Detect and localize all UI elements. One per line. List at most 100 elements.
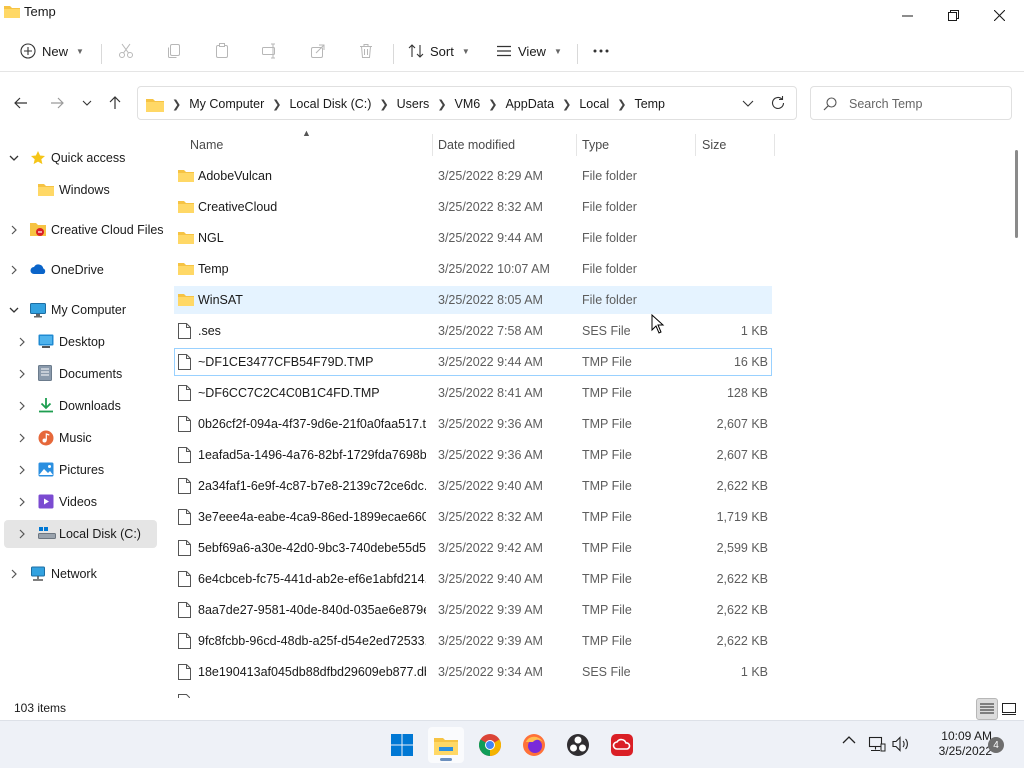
chevron-right-icon[interactable]: [16, 464, 28, 476]
view-icon: [497, 45, 511, 57]
nav-local-disk[interactable]: Local Disk (C:): [4, 520, 157, 548]
nav-my-computer[interactable]: My Computer: [0, 296, 158, 324]
address-bar[interactable]: ❯ My Computer ❯ Local Disk (C:) ❯ Users …: [137, 86, 797, 120]
nav-windows[interactable]: Windows: [0, 176, 158, 204]
taskbar-creative-cloud[interactable]: [604, 727, 640, 763]
file-row[interactable]: ~DF6CC7C2C4C0B1C4FD.TMP 3/25/2022 8:41 A…: [174, 379, 772, 407]
share-button[interactable]: [310, 38, 326, 64]
chevron-right-icon[interactable]: [8, 264, 20, 276]
back-button[interactable]: [10, 92, 32, 114]
rename-button[interactable]: [262, 38, 278, 64]
forward-button[interactable]: [46, 92, 68, 114]
nav-onedrive[interactable]: OneDrive: [0, 256, 158, 284]
chevron-right-icon[interactable]: [16, 432, 28, 444]
chevron-right-icon[interactable]: [16, 368, 28, 380]
nav-videos[interactable]: Videos: [0, 488, 158, 516]
address-history-button[interactable]: [740, 95, 756, 111]
nav-music[interactable]: Music: [0, 424, 158, 452]
file-row[interactable]: AdobeVulcan 3/25/2022 8:29 AM File folde…: [174, 162, 772, 190]
nav-downloads[interactable]: Downloads: [0, 392, 158, 420]
file-row[interactable]: CreativeCloud 3/25/2022 8:32 AM File fol…: [174, 193, 772, 221]
delete-button[interactable]: [358, 38, 374, 64]
chevron-down-icon[interactable]: [8, 152, 20, 164]
file-row[interactable]: 6e4cbceb-fc75-441d-ab2e-ef6e1abfd214....…: [174, 565, 772, 593]
clock[interactable]: 10:09 AM 3/25/2022: [918, 729, 992, 759]
taskbar-chrome[interactable]: [472, 727, 508, 763]
vertical-scrollbar[interactable]: [1012, 134, 1022, 698]
view-button[interactable]: View ▼: [496, 38, 562, 64]
minimize-button[interactable]: [884, 0, 930, 30]
column-header-name[interactable]: Name: [190, 134, 430, 156]
nav-network[interactable]: Network: [0, 560, 158, 588]
more-options-button[interactable]: [592, 38, 610, 64]
chevron-right-icon[interactable]: [16, 496, 28, 508]
chevron-right-icon[interactable]: [16, 400, 28, 412]
search-box[interactable]: [810, 86, 1012, 120]
file-row[interactable]: WinSAT 3/25/2022 8:05 AM File folder: [174, 286, 772, 314]
network-status-button[interactable]: [868, 736, 886, 752]
taskbar-obs[interactable]: [560, 727, 596, 763]
column-divider[interactable]: [695, 134, 696, 156]
volume-button[interactable]: [892, 736, 910, 752]
new-button[interactable]: New ▼: [20, 38, 84, 64]
file-name: 9fc8fcbb-96cd-48db-a25f-d54e2ed72533....: [198, 634, 426, 648]
show-hidden-icons-button[interactable]: [842, 735, 856, 745]
taskbar-firefox[interactable]: [516, 727, 552, 763]
paste-button[interactable]: [214, 38, 230, 64]
breadcrumb-local[interactable]: Local: [579, 97, 609, 111]
column-header-date[interactable]: Date modified: [438, 134, 574, 156]
chevron-down-icon: [82, 100, 92, 106]
column-header-type[interactable]: Type: [582, 134, 692, 156]
breadcrumb-appdata[interactable]: AppData: [505, 97, 554, 111]
file-row[interactable]: Temp 3/25/2022 10:07 AM File folder: [174, 255, 772, 283]
restore-button[interactable]: [930, 0, 976, 30]
details-view-button[interactable]: [976, 698, 998, 720]
column-divider[interactable]: [774, 134, 775, 156]
file-row[interactable]: ~DF1CE3477CFB54F79D.TMP 3/25/2022 9:44 A…: [174, 348, 772, 376]
file-row[interactable]: 8aa7de27-9581-40de-840d-035ae6e879ec....…: [174, 596, 772, 624]
column-header-label: Type: [582, 138, 610, 152]
chevron-right-icon[interactable]: [16, 336, 28, 348]
taskbar-file-explorer[interactable]: [428, 727, 464, 763]
cut-button[interactable]: [118, 38, 134, 64]
file-name: .ses: [198, 324, 221, 338]
up-button[interactable]: [104, 92, 126, 114]
file-row[interactable]: 3e7eee4a-eabe-4ca9-86ed-1899ecae660e....…: [174, 503, 772, 531]
recent-locations-button[interactable]: [76, 92, 98, 114]
breadcrumb-users[interactable]: Users: [397, 97, 430, 111]
file-row[interactable]: NGL 3/25/2022 9:44 AM File folder: [174, 224, 772, 252]
breadcrumb-my-computer[interactable]: My Computer: [189, 97, 264, 111]
nav-pictures[interactable]: Pictures: [0, 456, 158, 484]
chevron-right-icon[interactable]: [8, 568, 20, 580]
breadcrumb-temp[interactable]: Temp: [634, 97, 665, 111]
chevron-right-icon[interactable]: [16, 528, 28, 540]
column-divider[interactable]: [576, 134, 577, 156]
file-row[interactable]: 1eafad5a-1496-4a76-82bf-1729fda7698b.t..…: [174, 441, 772, 469]
file-row[interactable]: 0b26cf2f-094a-4f37-9d6e-21f0a0faa517.t..…: [174, 410, 772, 438]
start-button[interactable]: [384, 727, 420, 763]
breadcrumb-local-disk[interactable]: Local Disk (C:): [289, 97, 371, 111]
breadcrumb-vm6[interactable]: VM6: [455, 97, 481, 111]
music-icon: [38, 430, 54, 446]
chevron-down-icon[interactable]: [8, 304, 20, 316]
close-button[interactable]: [976, 0, 1022, 30]
file-row[interactable]: 5ebf69a6-a30e-42d0-9bc3-740debe55d5a... …: [174, 534, 772, 562]
column-header-size[interactable]: Size: [702, 134, 772, 156]
file-row[interactable]: .ses 3/25/2022 7:58 AM SES File 1 KB: [174, 317, 772, 345]
nav-desktop[interactable]: Desktop: [0, 328, 158, 356]
copy-button[interactable]: [166, 38, 182, 64]
nav-creative-cloud-files[interactable]: Creative Cloud Files: [0, 216, 164, 244]
nav-documents[interactable]: Documents: [0, 360, 158, 388]
large-icons-view-button[interactable]: [998, 698, 1020, 720]
search-input[interactable]: [849, 95, 1004, 113]
scrollbar-thumb[interactable]: [1015, 150, 1018, 238]
file-row[interactable]: 18e190413af045db88dfbd29609eb877.db.... …: [174, 658, 772, 686]
nav-quick-access[interactable]: Quick access: [0, 144, 158, 172]
chevron-right-icon[interactable]: [8, 224, 20, 236]
column-divider[interactable]: [432, 134, 433, 156]
sort-button[interactable]: Sort ▼: [408, 38, 470, 64]
file-row[interactable]: 2a34faf1-6e9f-4c87-b7e8-2139c72ce6dc.t..…: [174, 472, 772, 500]
notification-badge[interactable]: 4: [988, 737, 1004, 753]
file-row[interactable]: 9fc8fcbb-96cd-48db-a25f-d54e2ed72533....…: [174, 627, 772, 655]
refresh-button[interactable]: [770, 95, 786, 111]
